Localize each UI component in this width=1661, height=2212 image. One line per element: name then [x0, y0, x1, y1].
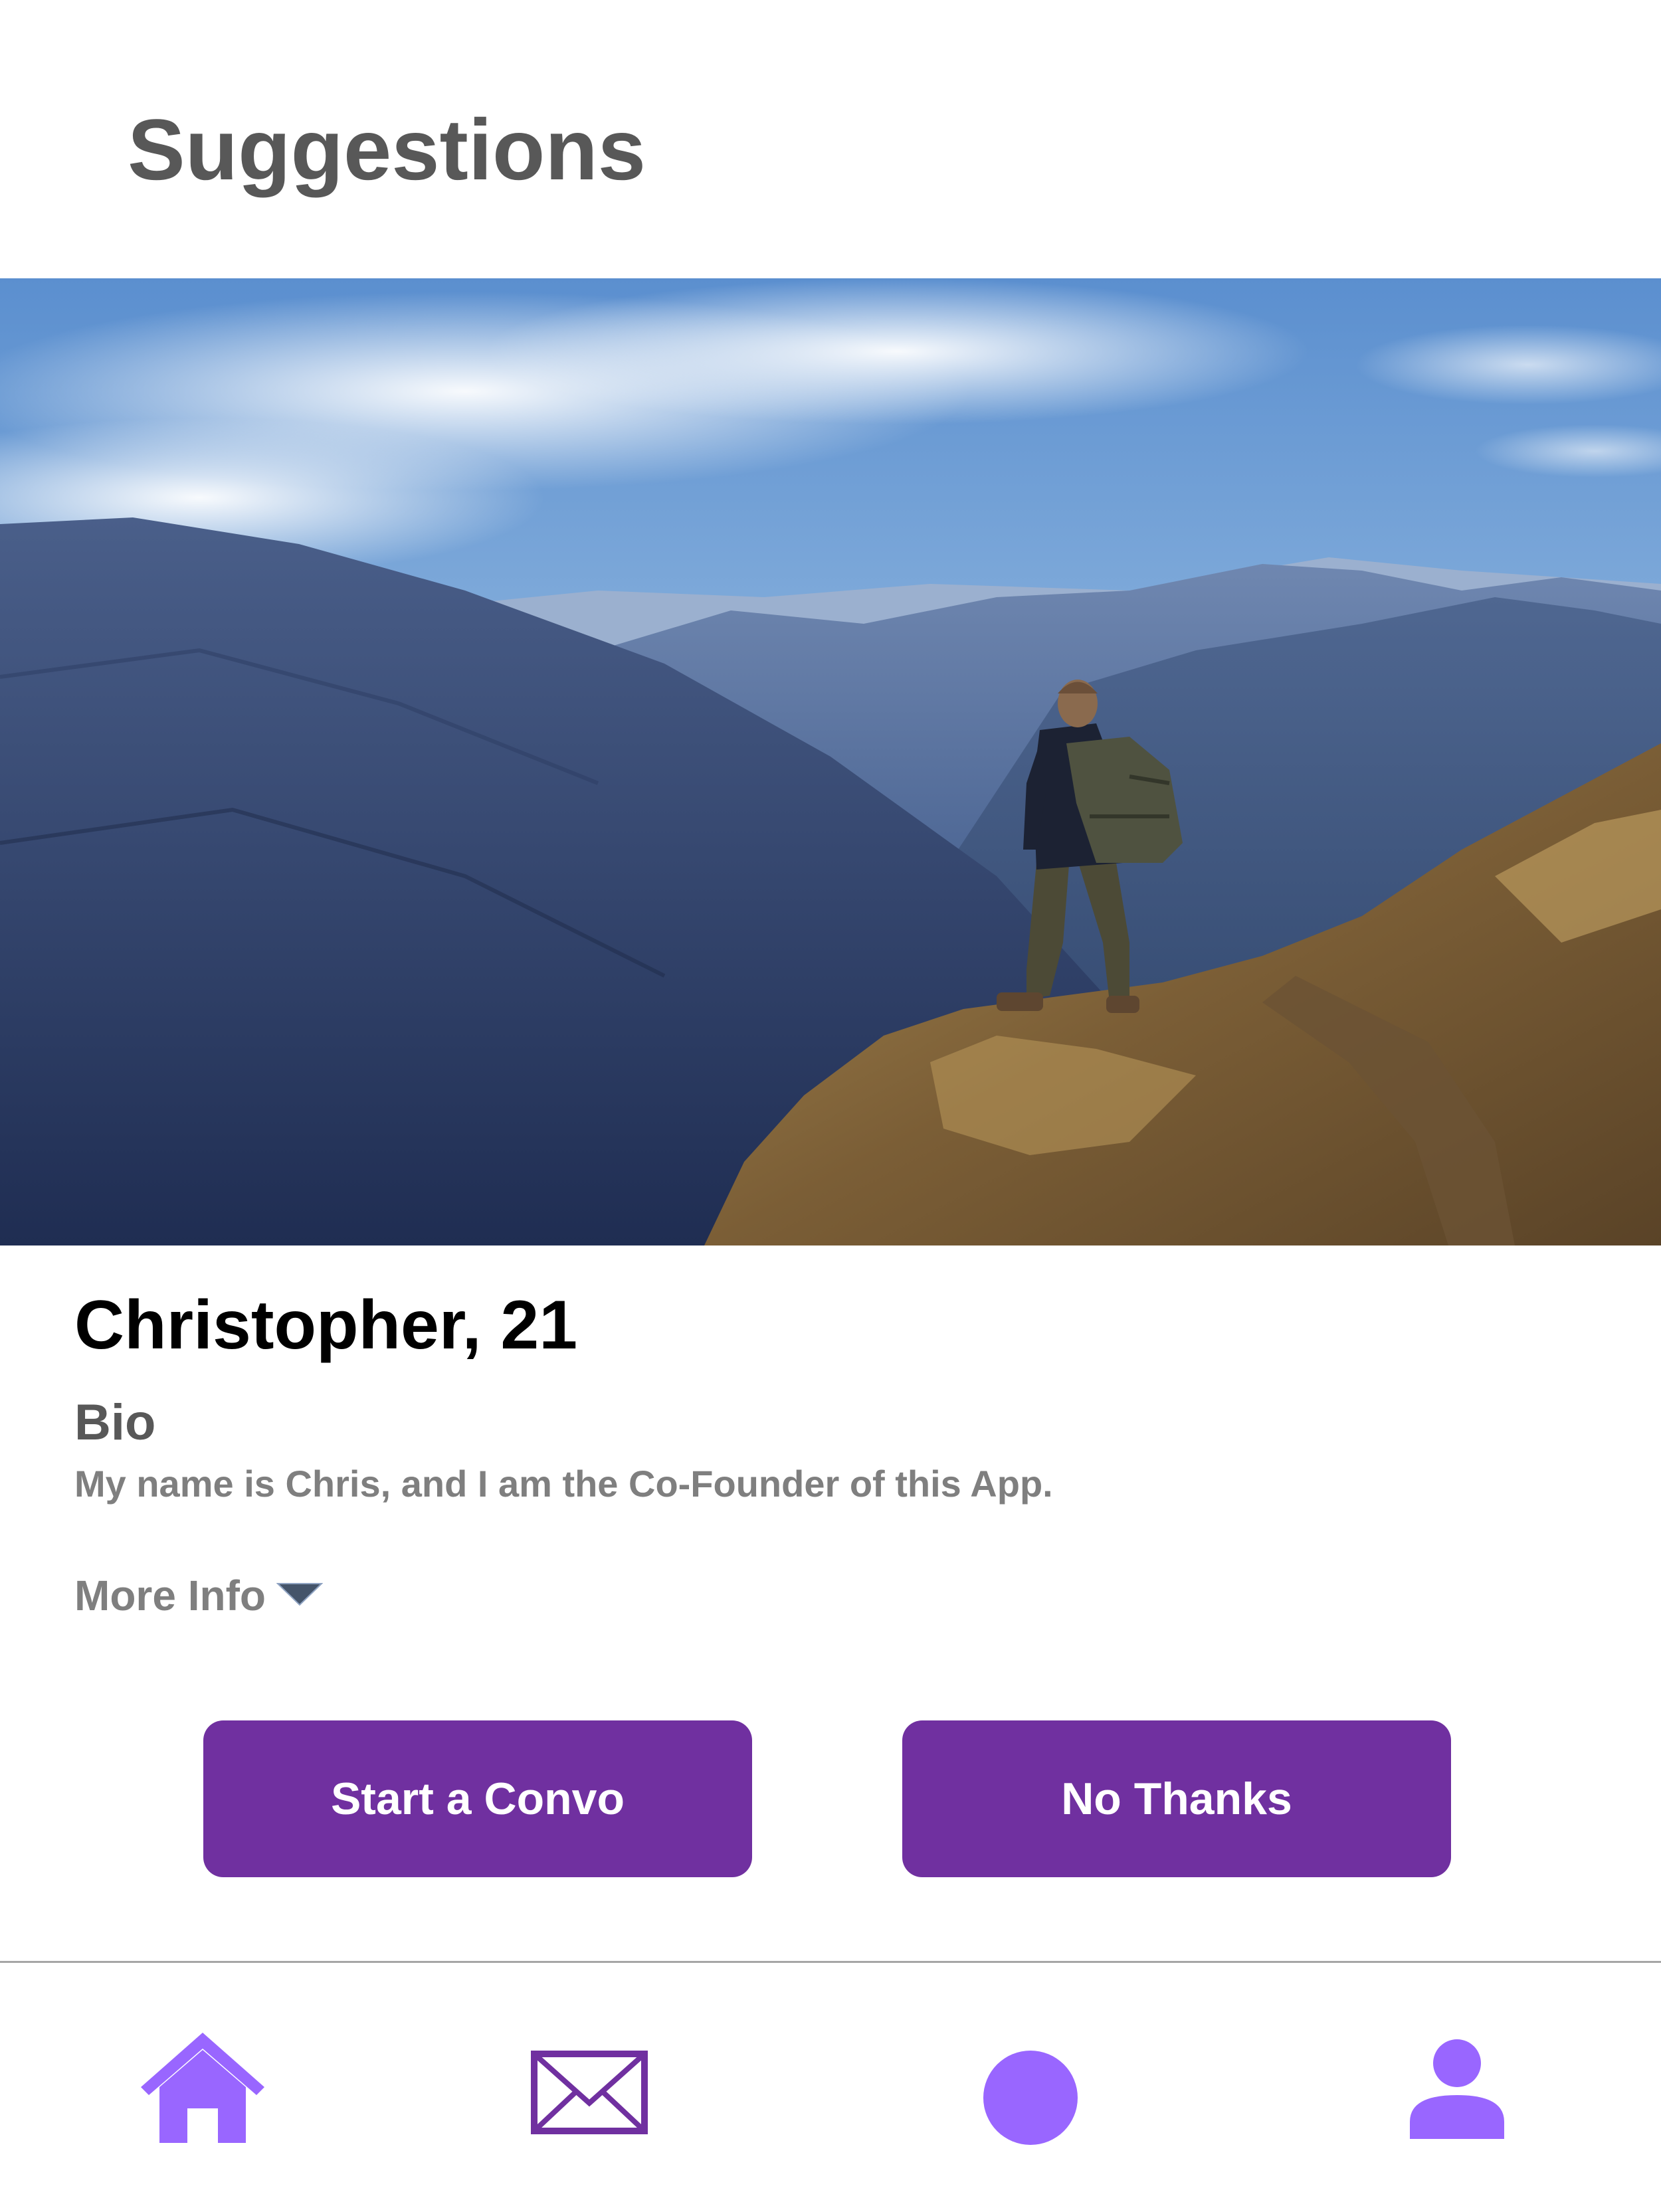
start-convo-button[interactable]: Start a Convo	[203, 1720, 752, 1877]
bio-text: My name is Chris, and I am the Co-Founde…	[74, 1463, 1053, 1505]
nav-discover-button[interactable]	[982, 2049, 1079, 2146]
nav-profile-button[interactable]	[1409, 2038, 1506, 2140]
caret-down-icon	[276, 1581, 324, 1611]
person-icon	[1410, 2039, 1504, 2139]
nav-home-button[interactable]	[140, 2029, 266, 2146]
no-thanks-button[interactable]: No Thanks	[902, 1720, 1451, 1877]
more-info-label: More Info	[74, 1572, 266, 1619]
nav-divider	[0, 1961, 1661, 1963]
profile-photo[interactable]	[0, 278, 1661, 1245]
envelope-icon	[531, 2051, 648, 2134]
profile-name-age: Christopher, 21	[74, 1287, 578, 1364]
bio-heading: Bio	[74, 1394, 156, 1451]
more-info-toggle[interactable]: More Info	[74, 1568, 324, 1623]
circle-icon	[983, 2051, 1078, 2145]
home-icon	[141, 2033, 264, 2143]
nav-messages-button[interactable]	[530, 2050, 648, 2135]
page-title: Suggestions	[128, 101, 646, 198]
